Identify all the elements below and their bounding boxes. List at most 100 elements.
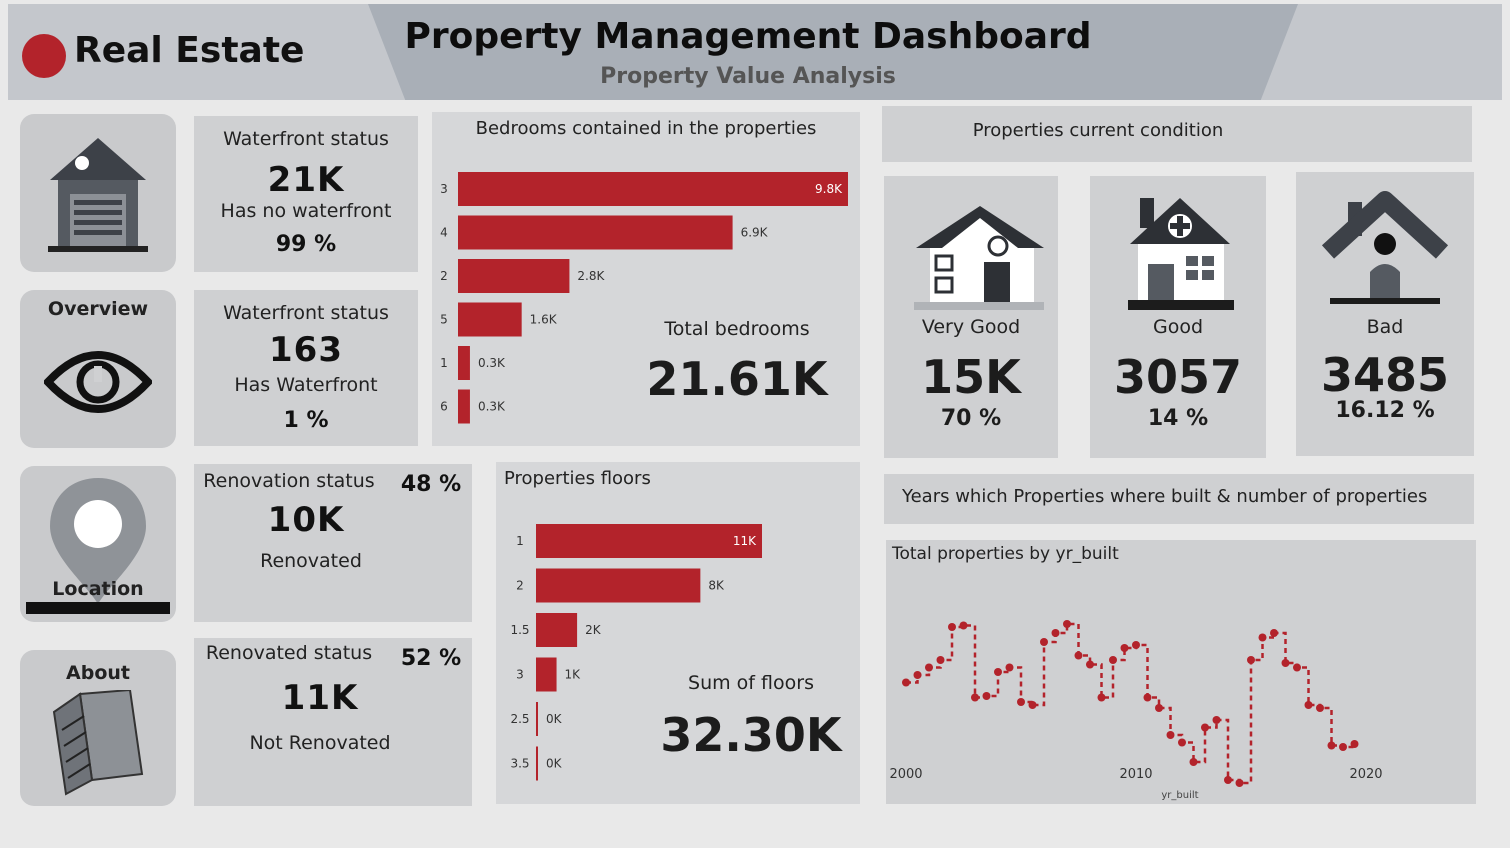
condition-label: Very Good xyxy=(921,316,1021,338)
bar-data-label: 0K xyxy=(546,712,563,726)
bar-category-label: 2.5 xyxy=(510,712,529,726)
kpi-value: 21K xyxy=(267,160,345,200)
data-point xyxy=(1293,663,1301,672)
icon-credit-strip xyxy=(26,602,170,614)
bar-category-label: 3.5 xyxy=(510,757,529,771)
bar-data-label: 0.3K xyxy=(478,400,506,414)
kpi-label: Renovated xyxy=(260,550,362,572)
data-point xyxy=(1270,629,1278,637)
data-point xyxy=(1063,620,1071,628)
x-tick-label: 2010 xyxy=(1119,767,1152,782)
bar-data-label: 6.9K xyxy=(741,226,769,240)
kpi-label: Has no waterfront xyxy=(220,200,392,222)
data-point xyxy=(1051,629,1060,637)
data-point xyxy=(959,621,968,630)
bar-data-label: 0K xyxy=(546,757,563,771)
years-line-chart: 2000 2010 2020 yr_built xyxy=(889,620,1383,801)
sum-floors-value: 32.30K xyxy=(660,708,842,762)
bar xyxy=(458,346,470,380)
page-subtitle: Property Value Analysis xyxy=(600,64,896,89)
bedrooms-panel: Bedrooms contained in the properties 3 9.… xyxy=(432,112,860,446)
sum-floors-label: Sum of floors xyxy=(688,672,814,694)
condition-label: Bad xyxy=(1366,316,1404,338)
kpi-title: Renovated status xyxy=(205,642,373,664)
house-good-icon xyxy=(1128,198,1234,310)
bar-data-label: 2.8K xyxy=(577,269,605,283)
data-point xyxy=(1166,731,1175,739)
bar xyxy=(536,524,762,558)
condition-value: 3057 xyxy=(1113,350,1243,404)
condition-label: Good xyxy=(1152,316,1204,338)
kpi-card-no-waterfront: Waterfront status 21K Has no waterfront … xyxy=(194,116,418,272)
data-point xyxy=(936,656,945,664)
data-point xyxy=(1201,723,1209,732)
data-point xyxy=(1247,656,1255,664)
book-icon xyxy=(52,690,144,796)
brand-name: Real Estate xyxy=(74,30,305,71)
data-point xyxy=(1143,693,1152,702)
bar-category-label: 1 xyxy=(516,534,524,548)
header: Real Estate Property Management Dashboar… xyxy=(8,4,1502,100)
bar-category-label: 3 xyxy=(440,182,448,196)
bar xyxy=(536,746,538,781)
data-point xyxy=(1120,644,1129,652)
house-very-good-icon xyxy=(914,206,1044,310)
bar-category-label: 3 xyxy=(516,668,524,682)
kpi-title: Renovation status xyxy=(203,470,375,492)
x-axis-label: yr_built xyxy=(1161,790,1198,801)
bar-data-label: 11K xyxy=(733,534,757,548)
bar xyxy=(458,215,733,250)
bar-data-label: 1K xyxy=(565,668,582,682)
kpi-percent: 48 % xyxy=(400,472,462,497)
nav-overview-button[interactable]: Overview xyxy=(20,290,176,448)
floors-panel: Properties floors 1 11K 2 8K 1.5 2K 3 1K 2.5 0K 3.… xyxy=(496,462,860,804)
bar-category-label: 2 xyxy=(516,579,524,593)
condition-percent: 14 % xyxy=(1147,406,1209,431)
data-point xyxy=(1178,738,1186,747)
bar-category-label: 1.5 xyxy=(510,623,529,637)
data-point xyxy=(1212,716,1221,724)
bar xyxy=(458,172,848,206)
data-point xyxy=(1224,776,1232,784)
bedrooms-chart-title: Bedrooms contained in the properties xyxy=(475,118,817,139)
data-point xyxy=(1017,698,1025,706)
nav-home-button[interactable] xyxy=(20,114,176,272)
total-bedrooms-value: 21.61K xyxy=(646,352,828,406)
bar-data-label: 1.6K xyxy=(530,313,558,327)
data-point xyxy=(948,623,956,631)
data-point xyxy=(1086,660,1094,669)
condition-card-good: Good 3057 14 % xyxy=(1090,176,1266,458)
data-point xyxy=(1109,656,1117,664)
kpi-title: Waterfront status xyxy=(223,128,389,150)
data-point xyxy=(1132,641,1140,649)
eye-icon xyxy=(44,351,152,413)
bar-data-label: 8K xyxy=(708,579,725,593)
nav-about-button[interactable]: About xyxy=(20,650,176,806)
bar xyxy=(536,613,578,647)
data-point xyxy=(925,663,933,672)
nav-location-label: Location xyxy=(52,578,144,600)
data-point xyxy=(1327,741,1336,750)
bar xyxy=(536,568,701,603)
data-point xyxy=(971,693,979,702)
page-title: Property Management Dashboard xyxy=(404,16,1092,57)
bar xyxy=(536,657,557,692)
data-point xyxy=(1258,633,1267,642)
condition-card-bad: Bad 3485 16.12 % xyxy=(1296,172,1474,456)
bar xyxy=(458,259,570,293)
bar-data-label: 0.3K xyxy=(478,356,506,370)
bar-category-label: 6 xyxy=(440,400,448,414)
nav-location-button[interactable]: Location xyxy=(20,466,176,622)
bar-category-label: 4 xyxy=(440,226,448,240)
years-title-bar: Years which Properties where built & num… xyxy=(884,474,1474,524)
kpi-card-not-renovated: Renovated status 52 % 11K Not Renovated xyxy=(194,638,472,806)
kpi-percent: 52 % xyxy=(400,646,462,671)
x-tick-label: 2020 xyxy=(1349,767,1382,782)
data-point xyxy=(1189,758,1198,766)
bar-category-label: 2 xyxy=(440,269,448,283)
kpi-card-waterfront: Waterfront status 163 Has Waterfront 1 % xyxy=(194,290,418,446)
house-bad-icon xyxy=(1322,191,1448,304)
garage-house-icon xyxy=(48,138,148,252)
bar-category-label: 5 xyxy=(440,313,448,327)
bar xyxy=(458,389,470,424)
